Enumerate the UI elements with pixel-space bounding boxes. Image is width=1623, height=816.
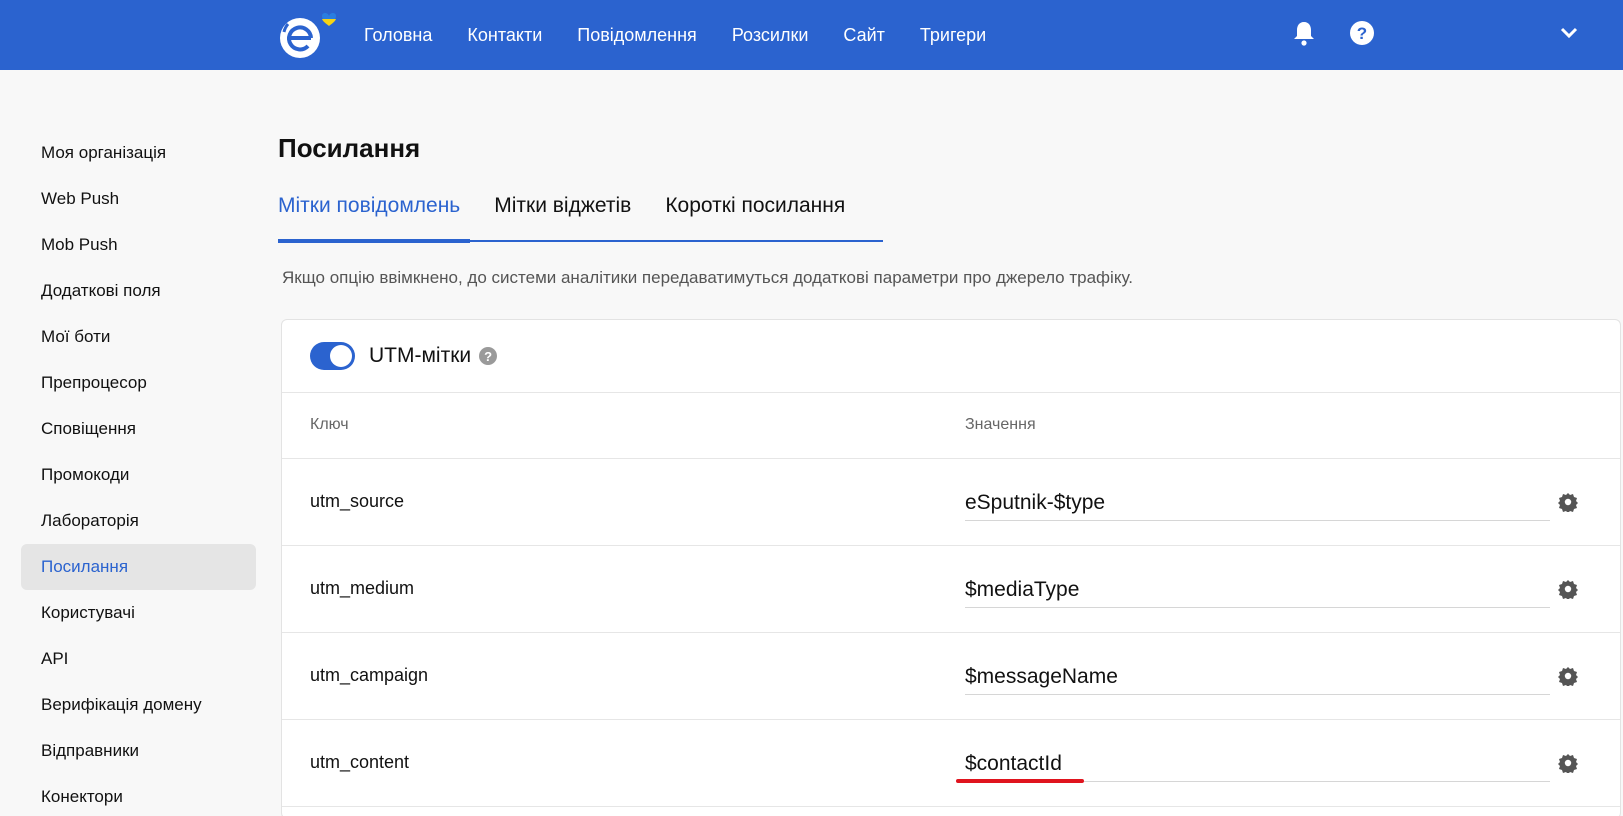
sidebar-item-mob-push[interactable]: Mob Push <box>21 222 256 268</box>
chevron-down-icon[interactable] <box>1558 20 1580 46</box>
row-key: utm_source <box>310 491 405 511</box>
row-key: utm_medium <box>310 578 415 598</box>
tab-widget-tags[interactable]: Мітки віджетів <box>494 194 631 240</box>
gear-icon[interactable] <box>1558 753 1578 773</box>
card-header: UTM-мітки ? <box>282 320 1620 393</box>
sidebar-item-connectors[interactable]: Конектори <box>21 774 256 816</box>
gear-icon[interactable] <box>1558 666 1578 686</box>
help-icon[interactable]: ? <box>1349 20 1375 46</box>
sidebar-item-promocodes[interactable]: Промокоди <box>21 452 256 498</box>
sidebar-item-bots[interactable]: Мої боти <box>21 314 256 360</box>
utm-card: UTM-мітки ? Ключ Значення utm_source utm… <box>281 319 1621 816</box>
value-input[interactable] <box>965 746 1550 782</box>
sidebar-item-users[interactable]: Користувачі <box>21 590 256 636</box>
nav-campaigns[interactable]: Розсилки <box>732 25 809 46</box>
gear-icon[interactable] <box>1558 579 1578 599</box>
top-bar: Головна Контакти Повідомлення Розсилки С… <box>0 0 1623 70</box>
tab-message-tags[interactable]: Мітки повідомлень <box>278 194 471 243</box>
tab-short-links[interactable]: Короткі посилання <box>665 194 845 240</box>
sidebar-item-domain-verification[interactable]: Верифікація домену <box>21 682 256 728</box>
nav-site[interactable]: Сайт <box>843 25 885 46</box>
table-row: utm_campaign <box>282 633 1620 720</box>
card-title: UTM-мітки <box>369 344 472 367</box>
sidebar-item-additional-fields[interactable]: Додаткові поля <box>21 268 256 314</box>
main-nav: Головна Контакти Повідомлення Розсилки С… <box>364 0 1021 70</box>
page-description: Якщо опцію ввімкнено, до системи аналіти… <box>282 268 1133 287</box>
page-title: Посилання <box>278 133 421 163</box>
nav-messages[interactable]: Повідомлення <box>577 25 697 46</box>
row-key: utm_content <box>310 752 410 772</box>
sidebar-item-api[interactable]: API <box>21 636 256 682</box>
sidebar-item-web-push[interactable]: Web Push <box>21 176 256 222</box>
settings-sidebar: Моя організація Web Push Mob Push Додатк… <box>21 130 256 816</box>
help-icon[interactable]: ? <box>479 347 498 365</box>
utm-toggle[interactable] <box>310 342 355 370</box>
red-underline-annotation <box>956 779 1084 783</box>
column-value: Значення <box>965 416 1036 433</box>
logo-icon[interactable] <box>278 8 348 60</box>
sidebar-item-organization[interactable]: Моя організація <box>21 130 256 176</box>
gear-icon[interactable] <box>1558 492 1578 512</box>
table-row: utm_content <box>282 720 1620 807</box>
table-row: utm_medium <box>282 546 1620 633</box>
nav-home[interactable]: Головна <box>364 25 432 46</box>
tabs: Мітки повідомлень Мітки віджетів Короткі… <box>278 194 883 243</box>
nav-triggers[interactable]: Тригери <box>920 25 986 46</box>
row-key: utm_campaign <box>310 665 429 685</box>
value-input[interactable] <box>965 572 1550 608</box>
sidebar-item-notifications[interactable]: Сповіщення <box>21 406 256 452</box>
table-row: utm_source <box>282 459 1620 546</box>
column-key: Ключ <box>310 416 349 433</box>
table-header: Ключ Значення <box>282 393 1620 459</box>
value-input[interactable] <box>965 659 1550 695</box>
sidebar-item-laboratory[interactable]: Лабораторія <box>21 498 256 544</box>
nav-contacts[interactable]: Контакти <box>467 25 542 46</box>
sidebar-item-links[interactable]: Посилання <box>21 544 256 590</box>
sidebar-item-preprocessor[interactable]: Препроцесор <box>21 360 256 406</box>
svg-text:?: ? <box>1357 24 1367 43</box>
sidebar-item-senders[interactable]: Відправники <box>21 728 256 774</box>
bell-icon[interactable] <box>1291 20 1317 46</box>
value-input[interactable] <box>965 485 1550 521</box>
